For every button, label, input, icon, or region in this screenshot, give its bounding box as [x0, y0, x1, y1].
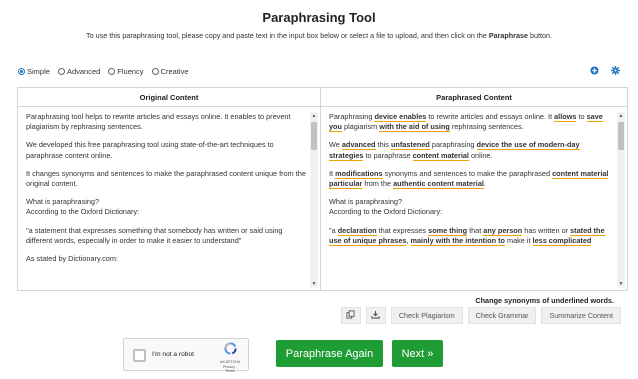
recaptcha-label: I'm not a robot: [152, 351, 194, 358]
synonym-word[interactable]: less complicated: [532, 235, 592, 246]
paraphrased-text: to paraphrase: [363, 150, 413, 160]
synonym-word[interactable]: mainly with the intention to: [410, 235, 505, 246]
paraphrase-again-button[interactable]: Paraphrase Again: [276, 340, 383, 367]
original-paragraph: What is paraphrasing? According to the Ox…: [26, 197, 140, 217]
synonym-word[interactable]: some thing: [428, 225, 468, 236]
mode-creative[interactable]: Creative: [151, 67, 189, 76]
paraphrased-header: Paraphrased Content: [321, 88, 627, 107]
recaptcha-icon: [223, 342, 237, 360]
scroll-up-icon[interactable]: ▲: [310, 112, 318, 120]
mode-selector: Simple Advanced Fluency Creative: [18, 67, 189, 76]
paraphrased-text: that expresses: [376, 225, 429, 235]
paraphrased-paragraph: What is paraphrasing? According to the Ox…: [329, 197, 613, 217]
original-scrollbar[interactable]: ▲ ▼: [310, 112, 318, 288]
original-paragraph: Paraphrasing tool helps to rewrite artic…: [26, 112, 291, 132]
original-paragraph: It changes synonyms and sentences to mak…: [26, 168, 306, 189]
mode-radio[interactable]: [18, 68, 25, 75]
paraphrased-text: to rewrite articles and essays online. I…: [426, 112, 555, 121]
paraphrased-text: that: [467, 225, 484, 235]
paraphrased-text: make it: [504, 235, 533, 245]
original-header: Original Content: [18, 88, 320, 107]
paraphrased-text: "a: [329, 225, 338, 235]
mode-radio[interactable]: [57, 68, 65, 75]
synonym-word[interactable]: allows: [554, 112, 577, 122]
paraphrased-paragraph: "a declaration that expresses some thing…: [329, 225, 613, 246]
paraphrased-text: online.: [468, 150, 493, 160]
mode-advanced[interactable]: Advanced: [57, 67, 100, 76]
mode-simple[interactable]: Simple: [18, 67, 50, 76]
synonym-word[interactable]: device enables: [374, 112, 427, 122]
paraphrased-text: We: [329, 140, 342, 150]
original-paragraph: As stated by Dictionary.com:: [26, 254, 118, 264]
next-button[interactable]: Next »: [392, 340, 443, 367]
scroll-down-icon[interactable]: ▼: [310, 280, 318, 288]
paraphrased-text: plagiarism: [341, 122, 380, 132]
synonym-word[interactable]: authentic content material: [393, 179, 484, 190]
paraphrased-text: Paraphrasing: [329, 112, 375, 121]
original-textarea[interactable]: Paraphrasing tool helps to rewrite artic…: [26, 112, 306, 288]
paraphrased-panel: Paraphrased Content Paraphrasing device …: [321, 88, 627, 290]
download-button[interactable]: [365, 307, 386, 324]
paraphrased-paragraph: We advanced this unfastened paraphrasing…: [329, 140, 613, 161]
synonym-word[interactable]: with the aid of using: [379, 122, 450, 133]
copy-icon: [346, 310, 355, 321]
scroll-down-icon[interactable]: ▼: [617, 280, 625, 288]
mode-radio[interactable]: [108, 68, 116, 75]
paraphrased-text: rephrasing sentences.: [449, 122, 524, 132]
paraphrased-output[interactable]: Paraphrasing device enables to rewrite a…: [329, 112, 613, 288]
mode-fluency[interactable]: Fluency: [108, 67, 144, 76]
scroll-thumb[interactable]: [618, 122, 624, 150]
original-panel: Original Content Paraphrasing tool helps…: [18, 88, 321, 290]
settings-icon[interactable]: [611, 66, 620, 75]
recaptcha-widget: I'm not a robot reCAPTCHA Privacy - Term…: [123, 338, 249, 374]
plus-circle-icon[interactable]: [590, 66, 599, 75]
paraphrased-paragraph: It modifications synonyms and sentences …: [329, 168, 613, 190]
page-title: Paraphrasing Tool: [262, 10, 376, 25]
paraphrased-text: to: [576, 112, 587, 121]
action-bar: Check Plagiarism Check Grammar Summarize…: [340, 307, 621, 324]
synonym-word[interactable]: unfastened: [390, 140, 430, 151]
paraphrased-text: from the: [362, 179, 394, 189]
paraphrased-text: synonyms and sentences to make the parap…: [382, 168, 553, 178]
page-subtitle: To use this paraphrasing tool, please co…: [86, 31, 552, 40]
paraphrased-text: ,: [406, 235, 411, 245]
recaptcha-checkbox[interactable]: [133, 349, 146, 362]
download-icon: [371, 310, 380, 321]
scroll-thumb[interactable]: [311, 122, 317, 150]
summarize-content-button[interactable]: Summarize Content: [541, 307, 621, 324]
synonym-word[interactable]: any person: [483, 225, 523, 236]
paraphrased-paragraph: Paraphrasing device enables to rewrite a…: [329, 112, 613, 133]
mode-radio[interactable]: [151, 68, 159, 75]
check-plagiarism-button[interactable]: Check Plagiarism: [390, 307, 463, 324]
synonym-word[interactable]: content material: [412, 150, 469, 161]
synonym-word[interactable]: modifications: [335, 168, 383, 179]
paraphrased-scrollbar[interactable]: ▲ ▼: [617, 112, 625, 288]
paraphrased-text: What is paraphrasing? According to the Ox…: [329, 197, 443, 217]
original-paragraph: We developed this free paraphrasing tool…: [26, 140, 274, 160]
synonym-word[interactable]: declaration: [337, 225, 377, 236]
synonym-word[interactable]: advanced: [341, 140, 376, 151]
synonym-hint: Change synonyms of underlined words.: [475, 296, 614, 305]
check-grammar-button[interactable]: Check Grammar: [467, 307, 537, 324]
recaptcha-logo: reCAPTCHA Privacy - Terms: [219, 342, 241, 374]
original-paragraph: "a statement that expresses something th…: [26, 225, 283, 245]
editor-panels: Original Content Paraphrasing tool helps…: [17, 87, 628, 291]
paraphrased-text: .: [483, 179, 486, 189]
paraphrased-text: this: [375, 140, 391, 150]
toolbar-icons: [590, 66, 620, 75]
scroll-up-icon[interactable]: ▲: [617, 112, 625, 120]
paraphrased-text: has written or: [522, 225, 571, 235]
copy-button[interactable]: [340, 307, 361, 324]
recaptcha-links[interactable]: Privacy - Terms: [219, 365, 241, 374]
paraphrased-text: paraphrasing: [429, 140, 477, 150]
